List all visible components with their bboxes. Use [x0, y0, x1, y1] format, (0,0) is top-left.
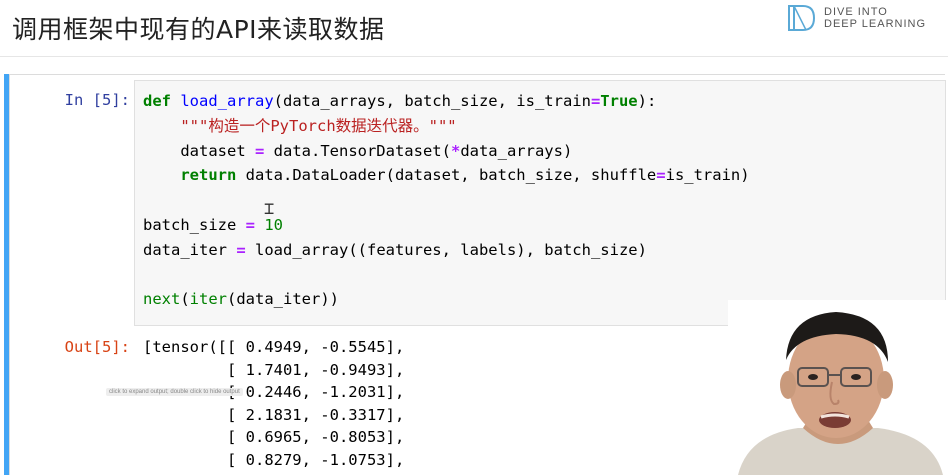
- output-line: [ 0.6965, -0.8053],: [143, 428, 405, 446]
- code-line: def load_array(data_arrays, batch_size, …: [143, 92, 657, 110]
- code-line: batch_size = 10: [143, 215, 284, 234]
- code-line: data_iter = load_array((features, labels…: [143, 240, 647, 259]
- title-divider: [0, 56, 948, 57]
- d2l-logo: DIVE INTO DEEP LEARNING: [786, 2, 936, 36]
- output-collapse-tooltip[interactable]: click to expand output; double click to …: [106, 388, 243, 396]
- cell-output[interactable]: [tensor([[ 0.4949, -0.5545], [ 1.7401, -…: [143, 336, 404, 471]
- output-prompt: Out[5]:: [64, 338, 130, 356]
- code-line: return data.DataLoader(dataset, batch_si…: [180, 166, 750, 185]
- output-line: [ 0.8279, -1.0753],: [143, 450, 405, 469]
- output-line: [ 2.1831, -0.3317],: [143, 405, 405, 424]
- input-prompt: In [5]:: [64, 91, 130, 109]
- code-line: dataset = data.TensorDataset(*data_array…: [143, 141, 573, 160]
- presenter-portrait: [728, 300, 948, 475]
- presenter-webcam: [728, 300, 948, 475]
- code-line: next(iter(data_iter)): [143, 290, 339, 309]
- code-line: """构造一个PyTorch数据迭代器。""": [180, 116, 457, 135]
- logo-line-2: DEEP LEARNING: [824, 18, 927, 30]
- output-line: [tensor([[ 0.4949, -0.5545],: [143, 338, 405, 356]
- text-cursor-icon: ⌶: [264, 199, 275, 219]
- logo-text: DIVE INTO DEEP LEARNING: [824, 6, 926, 30]
- logo-line-1: DIVE INTO: [824, 6, 888, 18]
- output-line: [ 1.7401, -0.9493],: [143, 360, 405, 379]
- d2l-book-logo-icon: [788, 5, 816, 31]
- code-editor[interactable]: def load_array(data_arrays, batch_size, …: [143, 89, 750, 312]
- slide-title: 调用框架中现有的API来读取数据: [12, 15, 385, 44]
